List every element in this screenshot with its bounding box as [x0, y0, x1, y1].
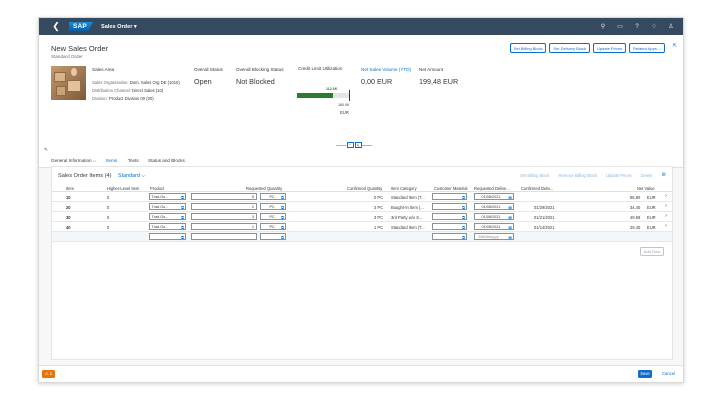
search-icon[interactable]: ⚲ — [599, 23, 607, 30]
product-input[interactable]: Trad.Go... ⧉ — [149, 203, 186, 211]
customer-material-input[interactable]: ⧉ — [432, 223, 467, 231]
update-prices-button[interactable]: Update Prices — [592, 43, 627, 53]
set-billing-block-action[interactable]: Set Billing Block — [520, 173, 549, 178]
shell-bar: ❮ SAP Sales Order ▾ ⚲ ▭ ? ♢ ♙ — [39, 18, 683, 35]
table-row[interactable]: 10 0 Trad.Go... ⧉ 5 PC ⧉ 0 PC Standard Ite… — [52, 192, 672, 202]
save-button[interactable]: Save — [638, 370, 652, 378]
sap-logo[interactable]: SAP — [69, 22, 93, 31]
row-navigation-icon[interactable]: › — [665, 213, 667, 219]
col-product[interactable]: Product — [150, 186, 164, 191]
set-billing-block-button[interactable]: Set Billing Block — [509, 43, 547, 53]
quantity-input[interactable]: 5 — [191, 193, 257, 201]
product-input[interactable]: Trad.Go... ⧉ — [149, 223, 186, 231]
value-help-icon: ⧉ — [181, 194, 184, 200]
col-net-value[interactable]: Net Value — [637, 186, 655, 191]
page-title: New Sales Order — [51, 44, 109, 53]
tab-status-and-blocks[interactable]: Status and Blocks — [148, 158, 185, 163]
net-amount: Net Amount 199,48 EUR — [419, 67, 459, 86]
new-unit-input[interactable]: ⧉ — [260, 233, 286, 241]
col-confirmed-delivery[interactable]: Confirmed Deliv... — [521, 186, 553, 191]
overall-status: Overall Status Open — [194, 67, 223, 86]
row-navigation-icon[interactable]: › — [665, 203, 667, 209]
credit-bar: 112.6K 160.0K EUR — [297, 87, 357, 117]
credit-bar-fill — [297, 93, 334, 98]
table-row[interactable]: 40 0 Trad.Go... ⧉ 1 PC ⧉ 1 PC Standard Ite… — [52, 222, 672, 232]
page-subtitle: Standard Order — [51, 54, 83, 59]
quantity-input[interactable]: 3 — [191, 213, 257, 221]
sales-org: Sales Organization: Dom. Sales Org DE (1… — [92, 80, 180, 85]
table-header: Item Higher-Level Item Product Requested… — [52, 184, 672, 192]
set-delivery-block-button[interactable]: Set Delivery Block — [549, 43, 590, 53]
cursor-icon: ↖ — [44, 147, 49, 153]
col-requested-delivery[interactable]: Requested Delive... — [474, 186, 510, 191]
app-title-menu[interactable]: Sales Order ▾ — [101, 24, 137, 30]
cancel-button[interactable]: Cancel — [662, 370, 675, 378]
net-sales-volume: Net Sales Volume (YTD) 0,00 EUR — [361, 67, 412, 86]
customer-material-input[interactable]: ⧉ — [432, 193, 467, 201]
requested-delivery-date-input[interactable]: 01/08/2021 ▦ — [474, 213, 514, 221]
items-table-panel: Sales Order Items (4) Standard ⌵ Set Bil… — [51, 166, 673, 360]
distribution-channel: Distribution Channel: Direct Sales (10) — [92, 88, 164, 93]
col-higher-level-item[interactable]: Higher-Level Item — [107, 186, 139, 191]
notes-icon[interactable]: ▭ — [616, 23, 624, 30]
message-popover-button[interactable]: ⚠ 1 — [42, 370, 55, 378]
sales-area-heading: Sales Area — [92, 67, 115, 72]
back-icon[interactable]: ❮ — [49, 18, 63, 35]
division: Division: Product Division 00 (00) — [92, 96, 154, 101]
unit-input[interactable]: PC ⧉ — [260, 223, 286, 231]
requested-delivery-date-input[interactable]: 01/08/2021 ▦ — [474, 223, 514, 231]
object-header: New Sales Order Standard Order Set Billi… — [39, 35, 683, 155]
col-confirmed-quantity[interactable]: Confirmed Quantity — [347, 186, 382, 191]
row-navigation-icon[interactable]: › — [665, 223, 667, 229]
help-icon[interactable]: ? — [633, 24, 641, 30]
table-title: Sales Order Items (4) — [58, 173, 112, 179]
customer-material-input[interactable]: ⧉ — [432, 203, 467, 211]
credit-limit-utilization: Credit Limit Utilization — [298, 66, 343, 71]
table-row[interactable]: 20 0 Trad.Go... ⧉ 2 PC ⧉ 2 PC Bought-In It… — [52, 202, 672, 212]
unit-input[interactable]: PC ⧉ — [260, 213, 286, 221]
col-item[interactable]: Item — [66, 186, 74, 191]
tab-texts[interactable]: Texts — [128, 158, 139, 163]
col-item-category[interactable]: Item Category — [391, 186, 417, 191]
product-input[interactable]: Trad.Go... ⧉ — [149, 193, 186, 201]
share-icon[interactable]: ⇱ — [673, 43, 677, 49]
collapse-header-icon[interactable]: ⌃ — [346, 142, 354, 148]
col-customer-material[interactable]: Customer Material — [434, 186, 467, 191]
new-requested-delivery-date-input[interactable]: MM/dd/yyyy ▦ — [474, 233, 514, 241]
product-image — [51, 66, 86, 100]
app-window: ❮ SAP Sales Order ▾ ⚲ ▭ ? ♢ ♙ New Sales … — [38, 17, 684, 383]
quantity-input[interactable]: 1 — [191, 223, 257, 231]
footer-toolbar: ⚠ 1 Save Cancel — [39, 365, 683, 382]
new-product-input[interactable]: ⧉ — [149, 233, 186, 241]
product-input[interactable]: Trad.Go... ⧉ — [149, 213, 186, 221]
gear-icon[interactable]: ⚙ — [662, 172, 666, 178]
new-row[interactable]: ⧉ ⧉ ⧉ MM/dd/yyyy ▦ — [52, 232, 672, 242]
new-quantity-input[interactable] — [191, 233, 257, 241]
requested-delivery-date-input[interactable]: 01/08/2021 ▦ — [474, 193, 514, 201]
unit-input[interactable]: PC ⧉ — [260, 193, 286, 201]
tab-items[interactable]: Items — [106, 158, 117, 163]
requested-delivery-date-input[interactable]: 01/08/2021 ▦ — [474, 203, 514, 211]
add-row-button[interactable]: Add Row — [639, 247, 664, 256]
tab-general-information[interactable]: General Information ⌵ — [51, 158, 96, 163]
col-requested-quantity[interactable]: Requested Quantity — [246, 186, 282, 191]
pin-header-icon[interactable]: ✎ — [354, 142, 362, 148]
row-navigation-icon[interactable]: › — [665, 193, 667, 199]
user-icon[interactable]: ♙ — [667, 23, 675, 30]
overall-blocking-status: Overall Blocking Status Not Blocked — [236, 67, 284, 86]
related-apps-button[interactable]: Related Apps ⌵ — [629, 43, 665, 53]
update-prices-action[interactable]: Update Prices — [606, 173, 632, 178]
new-customer-material-input[interactable]: ⧉ — [432, 233, 467, 241]
delete-action[interactable]: Delete — [641, 173, 653, 178]
remove-billing-block-action[interactable]: Remove Billing Block — [559, 173, 597, 178]
unit-input[interactable]: PC ⧉ — [260, 203, 286, 211]
table-row[interactable]: 30 0 Trad.Go... ⧉ 3 PC ⧉ 3 PC 3rd Party w/… — [52, 212, 672, 222]
header-collapse-control: ⌃ ✎ — [336, 142, 372, 148]
notification-bell-icon[interactable]: ♢ — [650, 23, 658, 30]
customer-material-input[interactable]: ⧉ — [432, 213, 467, 221]
variant-selector[interactable]: Standard ⌵ — [118, 173, 145, 180]
quantity-input[interactable]: 2 — [191, 203, 257, 211]
